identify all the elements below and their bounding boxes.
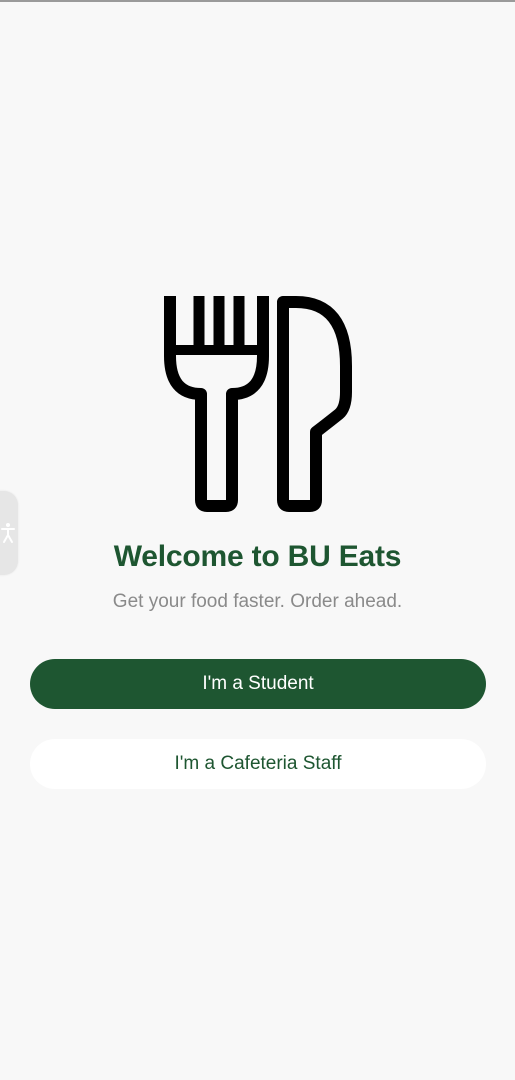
status-bar-divider: [0, 0, 515, 2]
student-button-label: I'm a Student: [202, 673, 314, 694]
student-button[interactable]: I'm a Student: [30, 659, 486, 709]
welcome-title: Welcome to BU Eats: [113, 540, 402, 573]
cafeteria-staff-button-label: I'm a Cafeteria Staff: [174, 753, 342, 774]
cafeteria-staff-button[interactable]: I'm a Cafeteria Staff: [30, 739, 486, 789]
fork-knife-icon: [164, 296, 352, 512]
welcome-subtitle: Get your food faster. Order ahead.: [112, 591, 403, 612]
